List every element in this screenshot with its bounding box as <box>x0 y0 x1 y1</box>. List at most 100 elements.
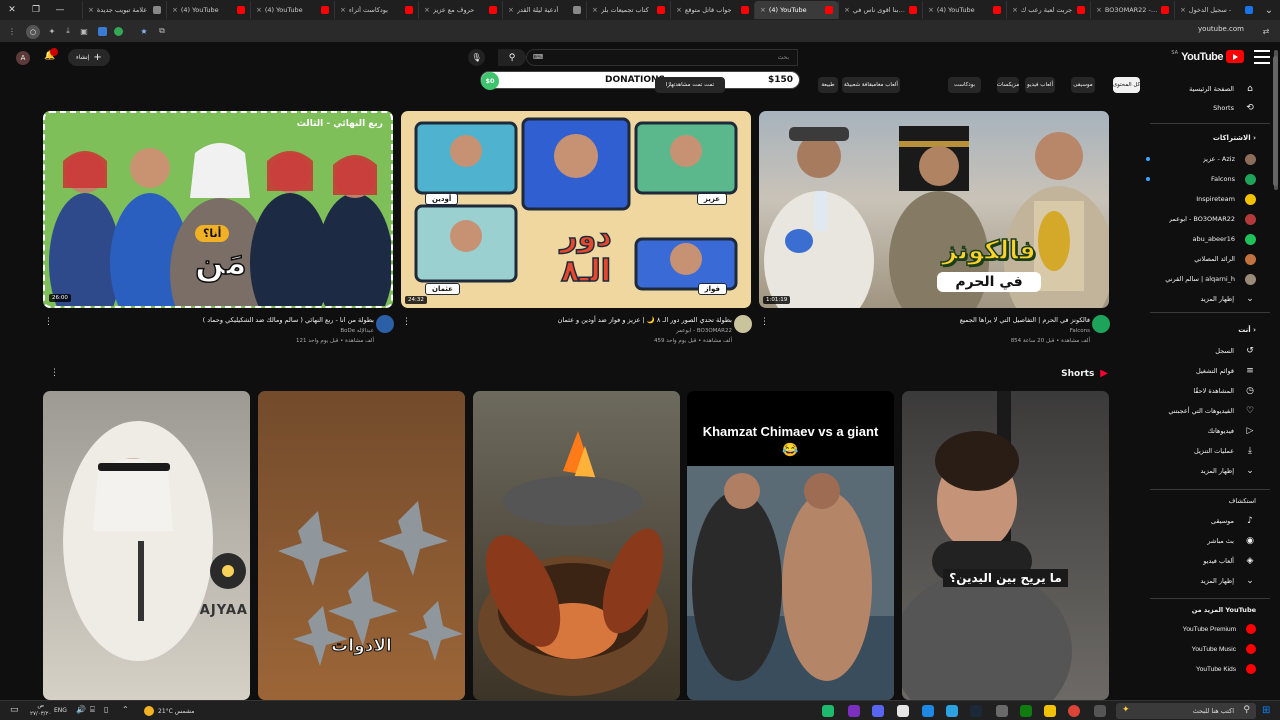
short-card[interactable]: AJYAA <box>43 391 250 700</box>
browser-tab[interactable]: أدعية ليلة القدر × <box>502 1 586 19</box>
sidebar-explore-item[interactable]: ◈ ألعاب فيديو <box>1162 552 1256 570</box>
sidebar-subscription-item[interactable]: الرائد المصلاني <box>1162 250 1256 268</box>
taskbar-app-icon[interactable] <box>1044 705 1056 717</box>
filter-chip[interactable]: كل المحتوى <box>1113 77 1140 93</box>
filter-chip[interactable]: بودكاست <box>948 77 981 93</box>
taskbar-app-icon[interactable] <box>946 705 958 717</box>
site-settings-icon[interactable]: ⇄ <box>1260 25 1272 37</box>
tab-close-icon[interactable]: × <box>508 6 514 14</box>
filter-chip[interactable]: موسيقى <box>1071 77 1095 93</box>
channel-avatar[interactable] <box>734 315 752 333</box>
weather-widget[interactable]: 21°C مشمس <box>144 706 194 716</box>
battery-icon[interactable]: ▯ <box>104 705 108 714</box>
video-title[interactable]: بطولة من انا - ربع النهائي ( سالم ومالك … <box>203 316 374 324</box>
sidebar-subscription-item[interactable]: ⌄ إظهار المزيد <box>1162 290 1256 308</box>
search-button[interactable]: ⚲ <box>498 49 526 66</box>
channel-avatar[interactable] <box>1092 315 1110 333</box>
browser-tab[interactable]: (4) YouTube × <box>922 1 1006 19</box>
sidebar-you-item[interactable]: ⤓ عمليات التنزيل <box>1162 442 1256 460</box>
show-desktop-icon[interactable]: ▭ <box>10 705 19 715</box>
video-thumbnail[interactable]: دور الـ٨ أودين عزيز عثمان فواز 24:32 <box>401 111 751 308</box>
sidebar-you-item[interactable]: ▷ فيديوهاتك <box>1162 422 1256 440</box>
extension-puzzle-icon[interactable]: ▣ <box>78 25 90 37</box>
tab-close-icon[interactable]: × <box>760 6 766 14</box>
channel-avatar[interactable] <box>376 315 394 333</box>
sidebar-explore-item[interactable]: ⌄ إظهار المزيد <box>1162 572 1256 590</box>
browser-tab[interactable]: جواب قاتل متوقع × <box>670 1 754 19</box>
taskbar-app-icon[interactable] <box>996 705 1008 717</box>
sidebar-explore-item[interactable]: ◉ بث مباشر <box>1162 532 1256 550</box>
video-menu-icon[interactable]: ⋮ <box>760 317 769 327</box>
create-button[interactable]: إنشاء + <box>68 49 110 66</box>
close-window-icon[interactable]: ✕ <box>0 0 24 20</box>
tab-close-icon[interactable]: × <box>592 6 598 14</box>
tab-close-icon[interactable]: × <box>1012 6 1018 14</box>
subscriptions-heading[interactable]: الاشتراكات › <box>1213 134 1256 142</box>
youtube-logo[interactable]: SA YouTube <box>1171 50 1244 63</box>
menu-dots-icon[interactable]: ⋮ <box>6 25 18 37</box>
voice-search-button[interactable]: 🎙 <box>468 49 485 66</box>
video-title[interactable]: بطولة تحدي الصور دور الـ ٨ 🌙 | عزيز و فو… <box>558 316 732 324</box>
short-card[interactable] <box>473 391 680 700</box>
browser-tab[interactable]: علامة تبويب جديدة × <box>82 1 166 19</box>
sidebar-more-item[interactable]: YouTube Kids <box>1162 660 1256 678</box>
channel-name[interactable]: BoDe عبدالإله <box>340 328 374 334</box>
profile-icon[interactable]: ○ <box>26 25 40 39</box>
browser-tab[interactable]: كتاب تجميعات بلز × <box>586 1 670 19</box>
tab-close-icon[interactable]: × <box>88 6 94 14</box>
network-icon[interactable]: ⌸ <box>90 705 95 715</box>
sidebar-subscription-item[interactable]: abu_abeer16 <box>1162 230 1256 248</box>
tray-overflow-icon[interactable]: ⌃ <box>122 705 129 714</box>
browser-tab[interactable]: سجيل الدخول - × <box>1174 1 1258 19</box>
video-menu-icon[interactable]: ⋮ <box>402 317 411 327</box>
sidebar-subscription-item[interactable]: عزيز - Aziz <box>1146 150 1256 168</box>
sidebar-item-shorts[interactable]: ⟲ Shorts <box>1162 99 1256 117</box>
browser-tab[interactable]: BO3OMAR22 - بر × <box>1090 1 1174 19</box>
taskbar-app-icon[interactable] <box>897 705 909 717</box>
tab-close-icon[interactable]: × <box>844 6 850 14</box>
guide-menu-icon[interactable] <box>1254 50 1270 64</box>
filter-chip[interactable]: تمت مشاهدتها <box>670 77 702 93</box>
sidebar-explore-item[interactable]: ♪ موسيقى <box>1162 512 1256 530</box>
url-text[interactable]: youtube.com <box>1198 25 1244 33</box>
you-heading[interactable]: أنت › <box>1238 326 1256 334</box>
search-input[interactable]: بحث ⌨ <box>526 49 798 66</box>
extension-green-icon[interactable] <box>112 25 124 37</box>
short-card[interactable]: الادوات <box>258 391 465 700</box>
browser-tab[interactable]: بودكاست أثراء × <box>334 1 418 19</box>
tab-close-icon[interactable]: × <box>1096 6 1102 14</box>
video-thumbnail[interactable]: فالكونز في الحرم 1:01:19 <box>759 111 1109 308</box>
sidebar-you-item[interactable]: ↺ السجل <box>1162 342 1256 360</box>
browser-tab[interactable]: (4) YouTube × <box>754 1 838 19</box>
sidebar-you-item[interactable]: ◷ المشاهدة لاحقًا <box>1162 382 1256 400</box>
taskbar-app-icon[interactable] <box>822 705 834 717</box>
browser-tab[interactable]: جربت لعبة رعب ك × <box>1006 1 1090 19</box>
taskbar-app-icon[interactable] <box>922 705 934 717</box>
taskbar-app-icon[interactable] <box>1020 705 1032 717</box>
browser-menu-icon[interactable]: ⌄ <box>1258 0 1280 20</box>
tab-close-icon[interactable]: × <box>676 6 682 14</box>
taskbar-app-icon[interactable] <box>848 705 860 717</box>
channel-name[interactable]: ابوعمر - BO3OMAR22 <box>676 328 732 334</box>
short-card[interactable]: Khamzat Chimaev vs a giant 😂 <box>687 391 894 700</box>
sidebar-subscription-item[interactable]: ابوعمر - BO3OMAR22 <box>1162 210 1256 228</box>
sidebar-subscription-item[interactable]: Inspireteam <box>1162 190 1256 208</box>
filter-chip[interactable]: ألعاب فيديو <box>1025 77 1055 93</box>
browser-tab[interactable]: حروف مع عزيز × <box>418 1 502 19</box>
sidebar-subscription-item[interactable]: Falcons <box>1146 170 1256 188</box>
taskbar-app-icon[interactable] <box>872 705 884 717</box>
tab-close-icon[interactable]: × <box>1180 6 1186 14</box>
filter-chip[interactable]: طبيعة <box>818 77 838 93</box>
sidebar-item-home[interactable]: ⌂ الصفحة الرئيسية <box>1162 80 1256 98</box>
filter-chip[interactable]: مزيكسات <box>997 77 1019 93</box>
downloads-icon[interactable]: ⤓ <box>62 25 74 37</box>
clock[interactable]: ص ٢٧/٠٣/٢٠ <box>30 702 51 718</box>
sidebar-more-item[interactable]: YouTube Music <box>1162 640 1256 658</box>
keyboard-icon[interactable]: ⌨ <box>533 53 543 61</box>
tab-close-icon[interactable]: × <box>256 6 262 14</box>
channel-name[interactable]: Falcons <box>1070 328 1090 334</box>
notifications-icon[interactable]: 🔔 <box>44 48 59 61</box>
page-scrollbar[interactable] <box>1273 56 1278 186</box>
taskbar-app-icon[interactable] <box>1068 705 1080 717</box>
windows-start-icon[interactable]: ⊞ <box>1262 705 1270 716</box>
